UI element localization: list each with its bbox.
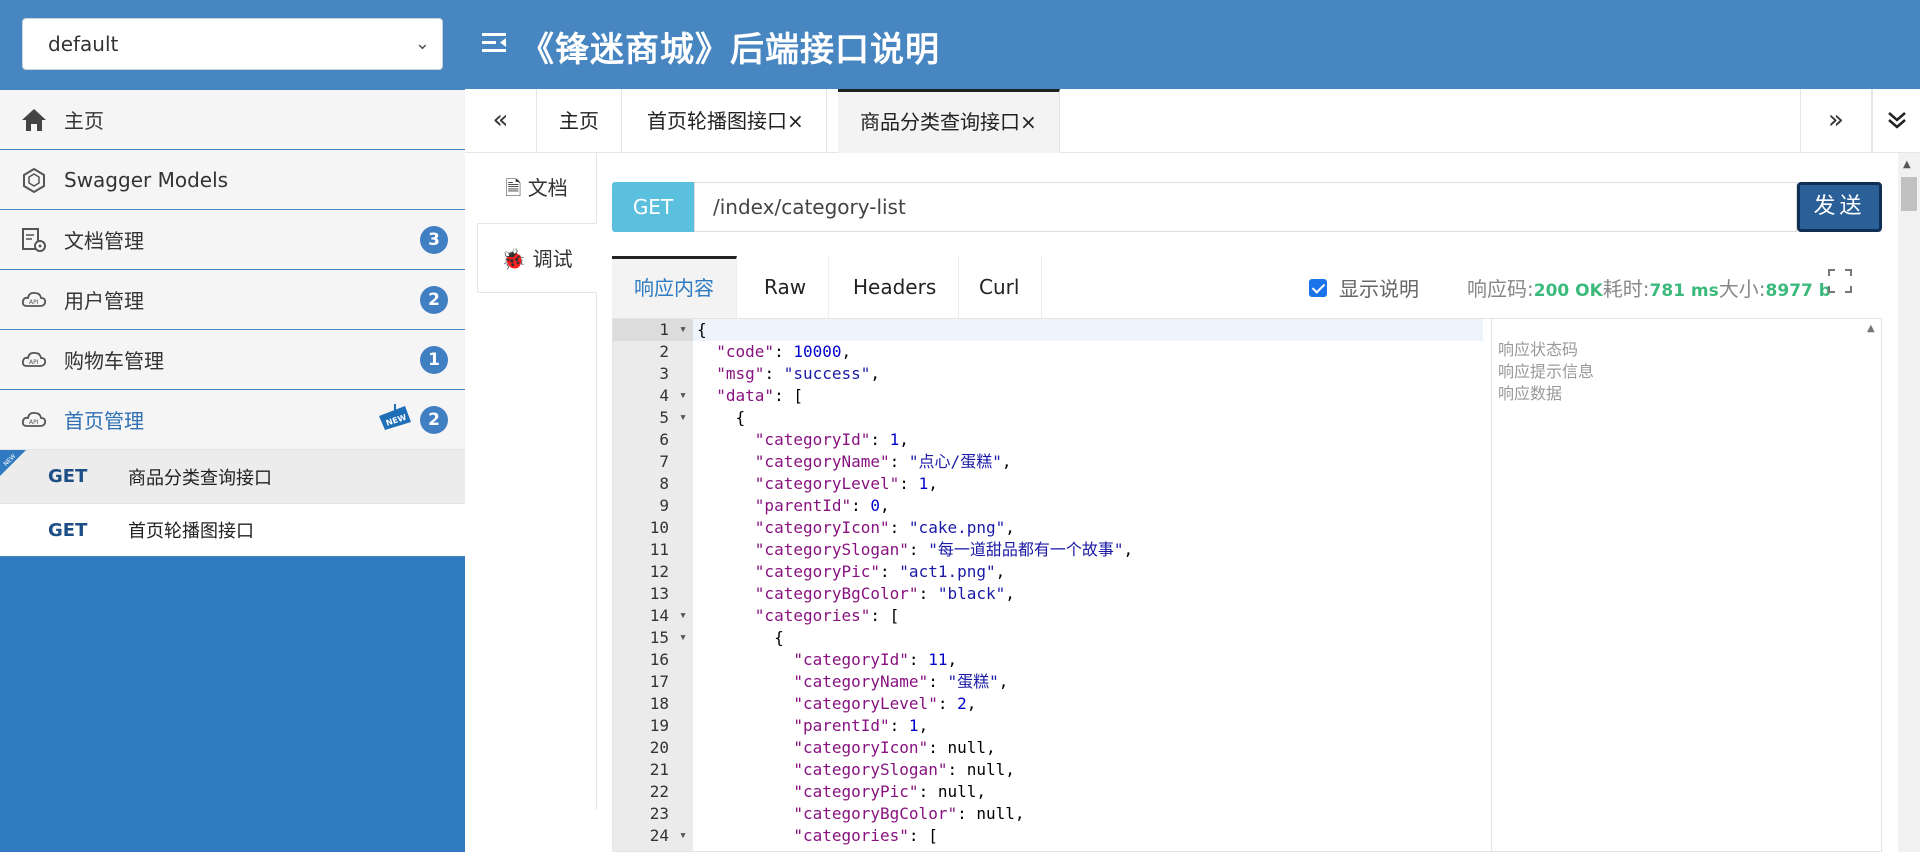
note-line: 响应提示信息 bbox=[1498, 362, 1595, 381]
sidebar-item-label: 购物车管理 bbox=[64, 349, 164, 373]
request-method-badge: GET bbox=[612, 182, 694, 232]
tab-doc[interactable]: 🗎 文档 bbox=[477, 153, 596, 223]
http-method: GET bbox=[48, 466, 88, 487]
editor-scrollbar[interactable]: ▲ bbox=[1863, 319, 1881, 851]
show-desc-checkbox[interactable] bbox=[1309, 278, 1327, 297]
response-notes: 响应状态码 响应提示信息 响应数据 bbox=[1491, 319, 1861, 851]
scrollbar-thumb[interactable] bbox=[1901, 177, 1917, 211]
tab-raw[interactable]: Raw bbox=[742, 256, 830, 318]
group-select-value: default bbox=[48, 32, 119, 56]
api-name: 首页轮播图接口 bbox=[128, 521, 254, 542]
api-cloud-icon: API bbox=[21, 351, 47, 367]
double-chevron-down-icon bbox=[1887, 112, 1906, 129]
scroll-up-icon: ▲ bbox=[1867, 323, 1875, 334]
tabs-prev-button[interactable]: « bbox=[465, 89, 537, 153]
vertical-tabs: 🗎 文档 🐞 调试 bbox=[477, 153, 597, 810]
response-editor[interactable]: 1 2 3 4 5 6 7 8 9 10 11 12 13 14 15 16 1… bbox=[612, 318, 1882, 852]
sidebar: 主页 Swagger Models 文档管理 3 API 用户管理 2 API … bbox=[0, 89, 465, 852]
fullscreen-icon[interactable] bbox=[1827, 268, 1853, 294]
sidebar-item-home[interactable]: 主页 bbox=[0, 89, 465, 149]
tab-headers[interactable]: Headers bbox=[831, 256, 960, 318]
tab-home[interactable]: 主页 bbox=[537, 89, 622, 153]
tabs-bar: « 主页 首页轮播图接口× 商品分类查询接口× » bbox=[465, 89, 1920, 153]
tabs-next-button[interactable]: » bbox=[1800, 89, 1872, 153]
count-badge: 2 bbox=[420, 286, 448, 314]
tab-carousel-api[interactable]: 首页轮播图接口× bbox=[625, 89, 827, 153]
sidebar-menu: 主页 Swagger Models 文档管理 3 API 用户管理 2 API … bbox=[0, 89, 465, 557]
home-icon bbox=[22, 108, 46, 131]
api-item-category-list[interactable]: NEW GET 商品分类查询接口 bbox=[0, 449, 465, 503]
group-select[interactable]: default ⌄ bbox=[22, 18, 443, 70]
menu-toggle-icon[interactable] bbox=[480, 28, 510, 58]
count-badge: 2 bbox=[420, 406, 448, 434]
bug-icon: 🐞 bbox=[501, 247, 527, 271]
tab-response-content[interactable]: 响应内容 bbox=[612, 256, 737, 318]
sidebar-item-swagger-models[interactable]: Swagger Models bbox=[0, 149, 465, 209]
note-line: 响应状态码 bbox=[1498, 340, 1579, 359]
page-title: 《锋迷商城》后端接口说明 bbox=[520, 30, 940, 70]
page-scrollbar[interactable]: ▲ bbox=[1898, 153, 1920, 852]
request-row: GET /index/category-list 发送 bbox=[612, 182, 1882, 232]
code-value: 200 OK bbox=[1533, 281, 1603, 301]
api-cloud-icon: API bbox=[21, 291, 47, 307]
sidebar-item-label: 文档管理 bbox=[64, 229, 144, 253]
models-icon bbox=[23, 167, 45, 193]
tab-category-api[interactable]: 商品分类查询接口× bbox=[838, 89, 1060, 153]
svg-text:API: API bbox=[29, 419, 39, 426]
api-name: 商品分类查询接口 bbox=[128, 467, 272, 489]
time-value: 781 ms bbox=[1649, 281, 1719, 301]
top-header: default ⌄ 《锋迷商城》后端接口说明 bbox=[0, 0, 1920, 89]
sidebar-item-user-management[interactable]: API 用户管理 2 bbox=[0, 269, 465, 329]
api-item-carousel[interactable]: GET 首页轮播图接口 bbox=[0, 503, 465, 557]
response-tabs: 响应内容 Raw Headers Curl 显示说明 响应码:200 OK耗时:… bbox=[612, 256, 1882, 318]
sidebar-item-doc-management[interactable]: 文档管理 3 bbox=[0, 209, 465, 269]
tab-doc-label: 文档 bbox=[527, 176, 568, 200]
tab-debug-label: 调试 bbox=[532, 247, 573, 271]
new-corner-icon: NEW bbox=[0, 450, 26, 476]
sidebar-item-home-management[interactable]: API 首页管理 NEW 2 bbox=[0, 389, 465, 449]
response-meta: 响应码:200 OK耗时:781 ms大小:8977 b bbox=[1467, 273, 1831, 302]
json-code: { "code": 10000, "msg": "success", "data… bbox=[693, 319, 1483, 851]
size-value: 8977 b bbox=[1765, 281, 1831, 301]
chevron-down-icon: ⌄ bbox=[414, 33, 430, 54]
scroll-up-icon: ▲ bbox=[1903, 159, 1911, 170]
code-label: 响应码: bbox=[1467, 277, 1534, 301]
tab-debug[interactable]: 🐞 调试 bbox=[477, 223, 597, 293]
document-icon: 🗎 bbox=[505, 176, 522, 200]
svg-text:API: API bbox=[29, 299, 39, 306]
svg-text:API: API bbox=[29, 359, 39, 366]
time-label: 耗时: bbox=[1602, 277, 1650, 301]
sidebar-item-cart-management[interactable]: API 购物车管理 1 bbox=[0, 329, 465, 389]
request-url-input[interactable]: /index/category-list bbox=[694, 182, 1797, 232]
show-desc-toggle[interactable]: 显示说明 bbox=[1309, 273, 1419, 302]
send-button[interactable]: 发送 bbox=[1797, 182, 1882, 232]
tab-curl[interactable]: Curl bbox=[957, 256, 1043, 318]
new-tag-icon: NEW bbox=[379, 404, 411, 430]
doc-settings-icon bbox=[22, 227, 46, 252]
tabs-menu-button[interactable] bbox=[1872, 89, 1920, 153]
count-badge: 3 bbox=[420, 226, 448, 254]
sidebar-item-label: 主页 bbox=[64, 109, 104, 133]
size-label: 大小: bbox=[1718, 277, 1766, 301]
count-badge: 1 bbox=[420, 346, 448, 374]
api-cloud-icon: API bbox=[21, 411, 47, 427]
sidebar-item-label: 首页管理 bbox=[64, 409, 144, 433]
note-line: 响应数据 bbox=[1498, 384, 1563, 403]
sidebar-item-label: 用户管理 bbox=[64, 289, 144, 313]
show-desc-label: 显示说明 bbox=[1339, 277, 1419, 301]
sidebar-item-label: Swagger Models bbox=[64, 167, 229, 192]
http-method: GET bbox=[48, 519, 88, 541]
line-gutter: 1 2 3 4 5 6 7 8 9 10 11 12 13 14 15 16 1… bbox=[613, 319, 693, 851]
